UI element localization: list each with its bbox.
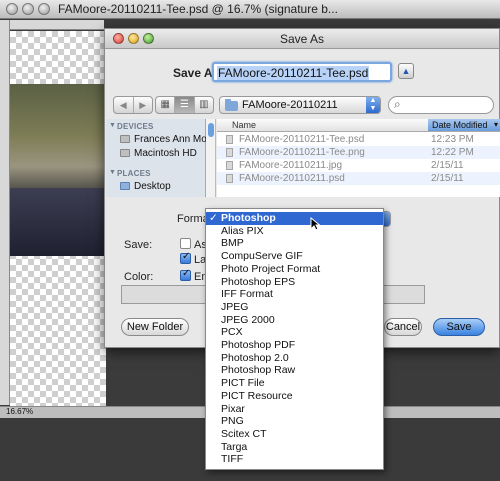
file-row[interactable]: FAMoore-20110211.psd 2/15/11 — [217, 172, 500, 185]
color-options-label: Color: — [124, 271, 154, 283]
menu-item-tiff[interactable]: TIFF — [206, 453, 383, 466]
menu-item-pict-file[interactable]: PICT File — [206, 377, 383, 390]
file-name: FAMoore-20110211.psd — [239, 173, 345, 184]
icon-view-icon[interactable]: ▦ — [156, 97, 174, 113]
document-icon — [226, 148, 233, 157]
menu-item-targa[interactable]: Targa — [206, 441, 383, 454]
file-name: FAMoore-20110211-Tee.psd — [239, 134, 365, 145]
disclosure-triangle-icon[interactable]: ▼ — [109, 169, 116, 176]
popup-arrows-icon: ▲ ▼ — [366, 97, 380, 113]
file-date: 12:23 PM — [431, 134, 474, 145]
back-forward-control: ◀ ▶ — [113, 96, 153, 114]
menu-item-photoshop-raw[interactable]: Photoshop Raw — [206, 364, 383, 377]
sidebar-scrollbar[interactable] — [206, 119, 216, 197]
dialog-title: Save As — [279, 32, 325, 46]
file-row[interactable]: FAMoore-20110211-Tee.psd 12:23 PM — [217, 133, 500, 146]
sidebar: ▼ DEVICES Frances Ann Mo... Macintosh HD… — [106, 119, 215, 197]
forward-icon[interactable]: ▶ — [132, 97, 153, 113]
disclosure-triangle-icon[interactable]: ▼ — [109, 122, 116, 129]
sidebar-item-device-user[interactable]: Frances Ann Mo... — [120, 134, 215, 145]
file-name: FAMoore-20110211.jpg — [239, 160, 343, 171]
menu-item-jpeg[interactable]: JPEG — [206, 301, 383, 314]
folder-icon — [225, 99, 238, 111]
menu-item-pict-resource[interactable]: PICT Resource — [206, 390, 383, 403]
image-file-icon — [226, 161, 233, 170]
minimize-icon[interactable] — [22, 3, 34, 15]
hard-drive-icon — [120, 149, 130, 157]
search-icon: ⌕ — [394, 97, 401, 111]
location-popup[interactable]: FAMoore-20110211 ▲ ▼ — [219, 96, 381, 114]
location-text: FAMoore-20110211 — [242, 99, 338, 111]
menu-item-photo-project-format[interactable]: Photo Project Format — [206, 263, 383, 276]
dialog-titlebar: Save As — [105, 29, 499, 49]
document-icon — [226, 174, 233, 183]
expand-dialog-button[interactable]: ▲ — [398, 63, 414, 79]
vertical-ruler — [0, 20, 10, 405]
file-row[interactable]: FAMoore-20110211.jpg 2/15/11 — [217, 159, 500, 172]
desktop-icon — [120, 182, 130, 190]
file-name: FAMoore-20110211-Tee.png — [239, 147, 365, 158]
file-list-header: Name Date Modified — [217, 119, 500, 132]
document-titlebar: FAMoore-20110211-Tee.psd @ 16.7% (signat… — [0, 0, 500, 19]
column-date-modified[interactable]: Date Modified — [428, 119, 500, 131]
save-options-label: Save: — [124, 239, 153, 251]
photo-shadow-area — [10, 188, 106, 256]
format-dropdown-menu: ✓ Photoshop Alias PIX BMP CompuServe GIF … — [205, 208, 384, 470]
menu-item-pixar[interactable]: Pixar — [206, 403, 383, 416]
menu-item-iff-format[interactable]: IFF Format — [206, 288, 383, 301]
menu-item-jpeg-2000[interactable]: JPEG 2000 — [206, 314, 383, 327]
as-copy-checkbox[interactable] — [180, 238, 191, 249]
computer-icon — [120, 135, 130, 143]
file-date: 2/15/11 — [431, 160, 464, 171]
menu-item-bmp[interactable]: BMP — [206, 237, 383, 250]
file-list: Name Date Modified FAMoore-20110211-Tee.… — [217, 119, 500, 197]
list-view-icon[interactable]: ☰ — [174, 97, 194, 113]
filename-input[interactable]: FAMoore-20110211-Tee.psd — [212, 62, 392, 82]
checkmark-icon: ✓ — [209, 212, 218, 224]
layers-checkbox[interactable] — [180, 251, 191, 264]
menu-item-alias-pix[interactable]: Alias PIX — [206, 225, 383, 238]
file-row[interactable]: FAMoore-20110211-Tee.png 12:22 PM — [217, 146, 500, 159]
mouse-cursor-icon — [310, 217, 320, 231]
sidebar-item-desktop[interactable]: Desktop — [120, 181, 171, 192]
menu-item-compuserve-gif[interactable]: CompuServe GIF — [206, 250, 383, 263]
save-button[interactable]: Save — [433, 318, 485, 336]
document-title: FAMoore-20110211-Tee.psd @ 16.7% (signat… — [58, 2, 338, 16]
menu-item-photoshop-2[interactable]: Photoshop 2.0 — [206, 352, 383, 365]
column-name[interactable]: Name — [232, 120, 256, 130]
search-input[interactable]: ⌕ — [388, 96, 494, 114]
file-date: 2/15/11 — [431, 173, 464, 184]
zoom-level[interactable]: 16.67% — [6, 407, 33, 416]
menu-item-photoshop[interactable]: ✓ Photoshop — [206, 212, 383, 225]
cancel-button[interactable]: Cancel — [384, 318, 422, 336]
new-folder-button[interactable]: New Folder — [121, 318, 189, 336]
sidebar-header-places: PLACES — [117, 169, 151, 178]
column-view-icon[interactable]: ▥ — [193, 97, 213, 113]
view-mode-control: ▦ ☰ ▥ — [155, 96, 214, 114]
zoom-icon[interactable] — [38, 3, 50, 15]
file-date: 12:22 PM — [431, 147, 474, 158]
menu-item-photoshop-pdf[interactable]: Photoshop PDF — [206, 339, 383, 352]
filename-text: FAMoore-20110211-Tee.psd — [217, 66, 370, 80]
sidebar-item-macintosh-hd[interactable]: Macintosh HD — [120, 148, 197, 159]
menu-item-pcx[interactable]: PCX — [206, 326, 383, 339]
horizontal-ruler — [10, 20, 104, 30]
close-icon[interactable] — [6, 3, 18, 15]
menu-item-scitex-ct[interactable]: Scitex CT — [206, 428, 383, 441]
menu-item-png[interactable]: PNG — [206, 415, 383, 428]
back-icon[interactable]: ◀ — [114, 97, 133, 113]
menu-item-photoshop-eps[interactable]: Photoshop EPS — [206, 276, 383, 289]
document-icon — [226, 135, 233, 144]
scroll-thumb[interactable] — [208, 123, 214, 137]
embed-profile-checkbox[interactable] — [180, 268, 191, 281]
sidebar-header-devices: DEVICES — [117, 122, 154, 131]
